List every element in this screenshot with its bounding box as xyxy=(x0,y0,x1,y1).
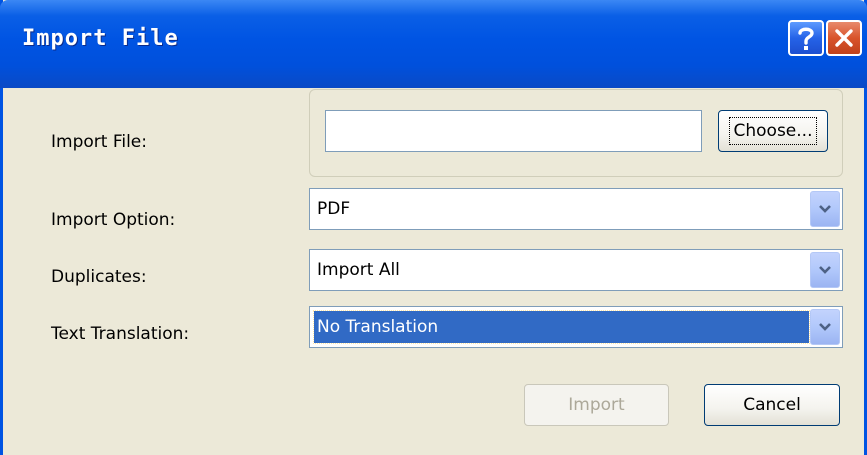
cancel-button-label: Cancel xyxy=(743,395,801,415)
text-translation-dropdown-button[interactable] xyxy=(810,309,840,345)
duplicates-value: Import All xyxy=(317,260,400,280)
help-icon xyxy=(798,27,814,50)
cancel-button[interactable]: Cancel xyxy=(704,384,840,426)
import-file-path-input[interactable] xyxy=(325,110,702,152)
import-button[interactable]: Import xyxy=(524,384,669,426)
import-button-label: Import xyxy=(568,395,625,415)
chevron-down-icon xyxy=(819,266,831,274)
import-file-dialog: Import File Import File: Choose... Impor… xyxy=(0,0,867,455)
text-translation-value: No Translation xyxy=(313,310,810,344)
choose-button-label: Choose... xyxy=(728,117,818,145)
title-bar[interactable]: Import File xyxy=(0,0,867,88)
help-button[interactable] xyxy=(788,20,824,56)
text-translation-label: Text Translation: xyxy=(51,324,190,344)
close-icon xyxy=(835,29,853,47)
import-option-dropdown-button[interactable] xyxy=(810,191,840,227)
duplicates-dropdown-button[interactable] xyxy=(810,252,840,288)
import-option-label: Import Option: xyxy=(51,210,176,230)
chevron-down-icon xyxy=(819,205,831,213)
import-file-label: Import File: xyxy=(51,132,147,152)
import-option-value: PDF xyxy=(317,199,351,219)
duplicates-label: Duplicates: xyxy=(51,267,147,287)
duplicates-select[interactable]: Import All xyxy=(309,249,843,291)
text-translation-select[interactable]: No Translation xyxy=(309,306,843,348)
chevron-down-icon xyxy=(819,323,831,331)
close-button[interactable] xyxy=(826,20,862,56)
window-title: Import File xyxy=(22,26,179,51)
import-option-select[interactable]: PDF xyxy=(309,188,843,230)
choose-button[interactable]: Choose... xyxy=(718,110,828,152)
